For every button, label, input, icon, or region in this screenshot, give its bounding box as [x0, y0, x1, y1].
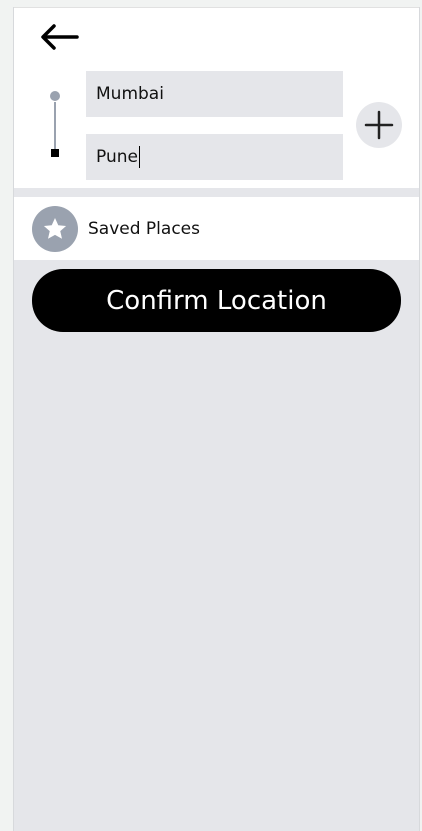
plus-icon [364, 110, 394, 140]
route-panel: Mumbai Pune [14, 7, 419, 188]
origin-input[interactable]: Mumbai [86, 71, 343, 117]
saved-places-label: Saved Places [88, 218, 200, 239]
origin-value: Mumbai [96, 84, 164, 104]
text-caret [138, 146, 140, 168]
back-button[interactable] [39, 22, 79, 52]
confirm-location-button[interactable]: Confirm Location [32, 269, 401, 332]
destination-square-icon [51, 149, 59, 157]
saved-places-row[interactable]: Saved Places [14, 197, 419, 260]
location-picker-screen: Mumbai Pune Saved Places Confirm Locatio… [13, 7, 420, 831]
arrow-left-icon [41, 24, 79, 50]
star-icon [32, 205, 78, 252]
add-stop-button[interactable] [356, 102, 402, 148]
destination-value: Pune [96, 147, 138, 167]
origin-dot-icon [50, 91, 60, 101]
route-connector [47, 91, 63, 161]
route-line [54, 102, 56, 149]
destination-input[interactable]: Pune [86, 134, 343, 180]
